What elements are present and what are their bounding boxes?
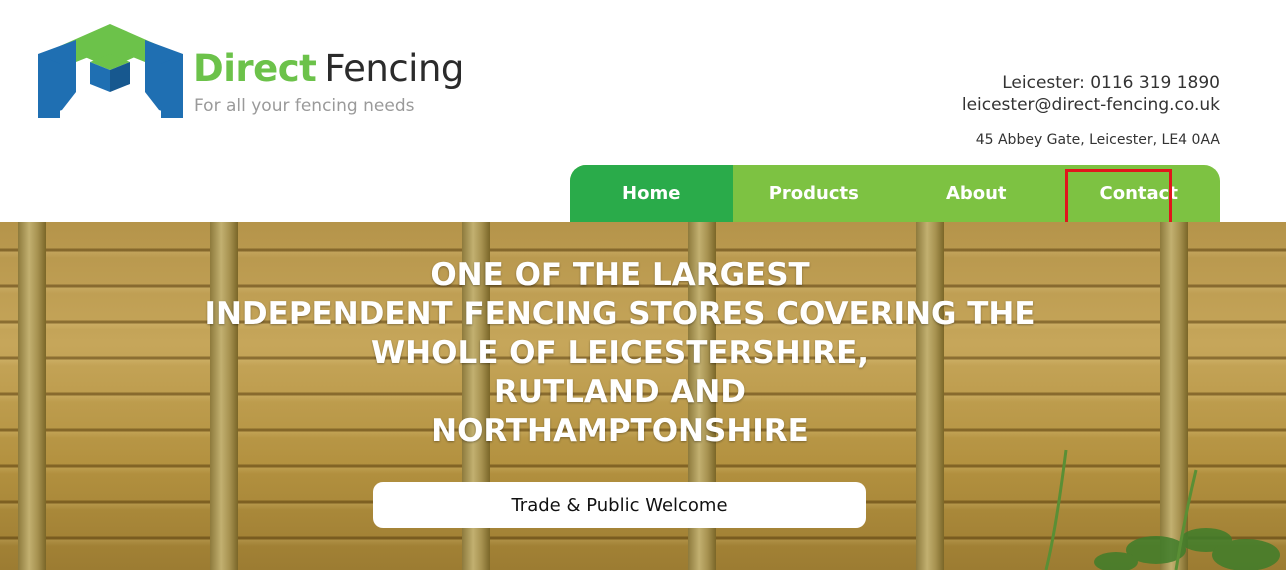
contact-info: Leicester: 0116 319 1890 leicester@direc…: [962, 72, 1220, 148]
brand-name[interactable]: Direct Fencing: [193, 46, 464, 92]
hero-title-line: WHOLE OF LEICESTERSHIRE,: [370, 335, 870, 371]
brand-name-part2: Fencing: [324, 47, 464, 90]
hero-title-line: RUTLAND AND: [493, 374, 747, 410]
hero-title-line: ONE OF THE LARGEST: [430, 257, 810, 293]
plants-decoration: [1044, 449, 1280, 570]
nav-contact[interactable]: Contact: [1058, 165, 1221, 222]
nav-products[interactable]: Products: [733, 165, 896, 222]
cube-logo-icon[interactable]: [38, 24, 183, 120]
trade-public-welcome-button[interactable]: Trade & Public Welcome: [373, 482, 866, 528]
nav-home[interactable]: Home: [570, 165, 733, 222]
store-address: 45 Abbey Gate, Leicester, LE4 0AA: [975, 132, 1220, 148]
email-link[interactable]: leicester@direct-fencing.co.uk: [962, 94, 1220, 116]
brand-tagline: For all your fencing needs: [194, 96, 415, 116]
hero-title-line: INDEPENDENT FENCING STORES COVERING THE: [204, 296, 1036, 332]
hero-title: ONE OF THE LARGEST INDEPENDENT FENCING S…: [0, 256, 1240, 451]
site-header: Direct Fencing For all your fencing needs…: [0, 0, 1286, 222]
hero-title-line: NORTHAMPTONSHIRE: [431, 413, 809, 449]
phone-number[interactable]: Leicester: 0116 319 1890: [962, 72, 1220, 94]
brand-name-part1: Direct: [193, 47, 317, 90]
nav-about[interactable]: About: [895, 165, 1058, 222]
main-nav: Home Products About Contact: [570, 165, 1220, 222]
